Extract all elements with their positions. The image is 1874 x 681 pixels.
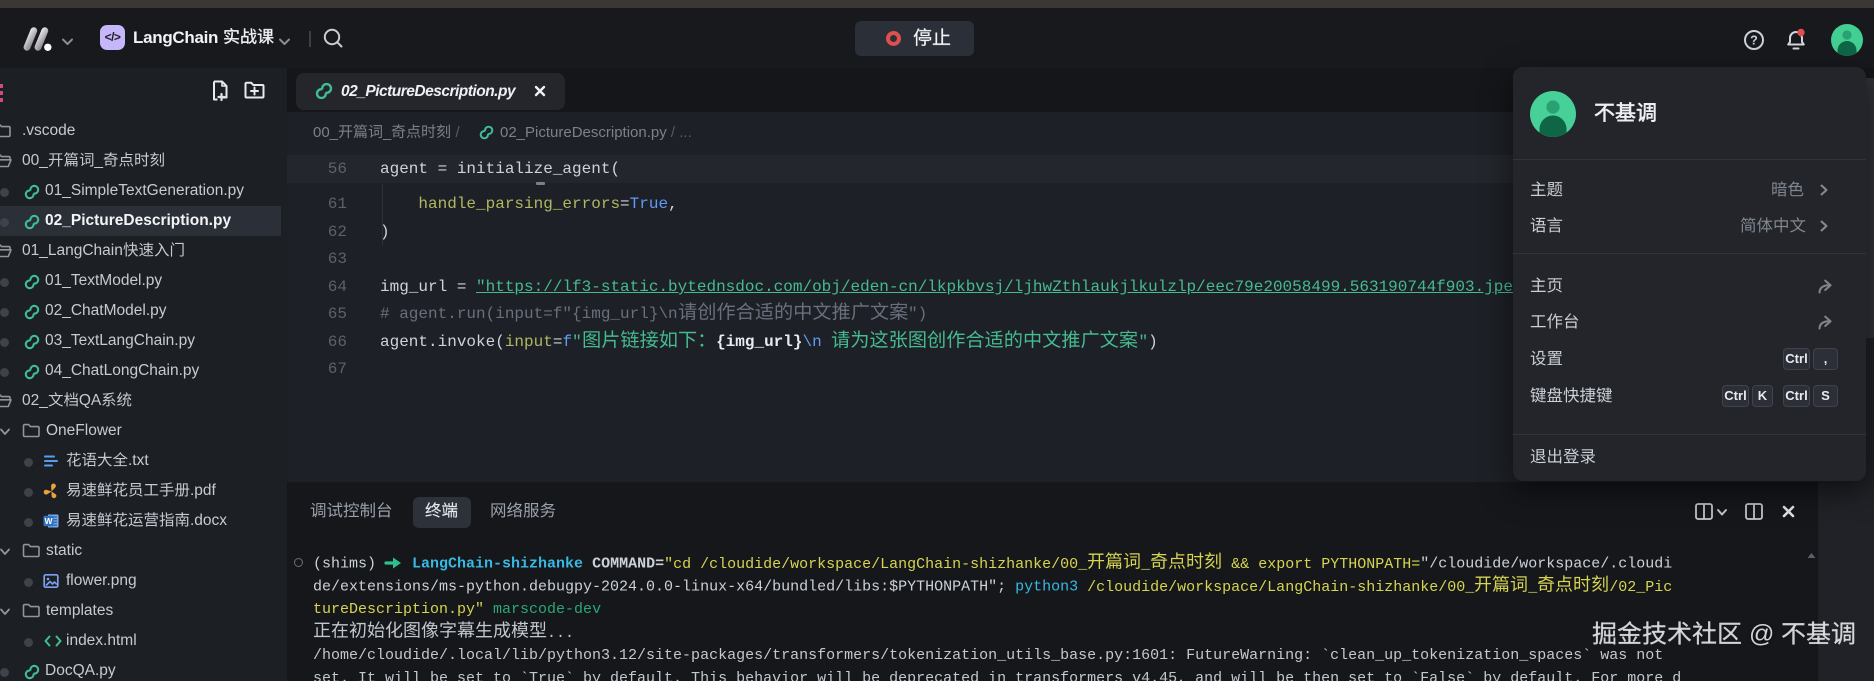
svg-text:W: W	[44, 516, 53, 526]
svg-text:?: ?	[1750, 34, 1758, 48]
